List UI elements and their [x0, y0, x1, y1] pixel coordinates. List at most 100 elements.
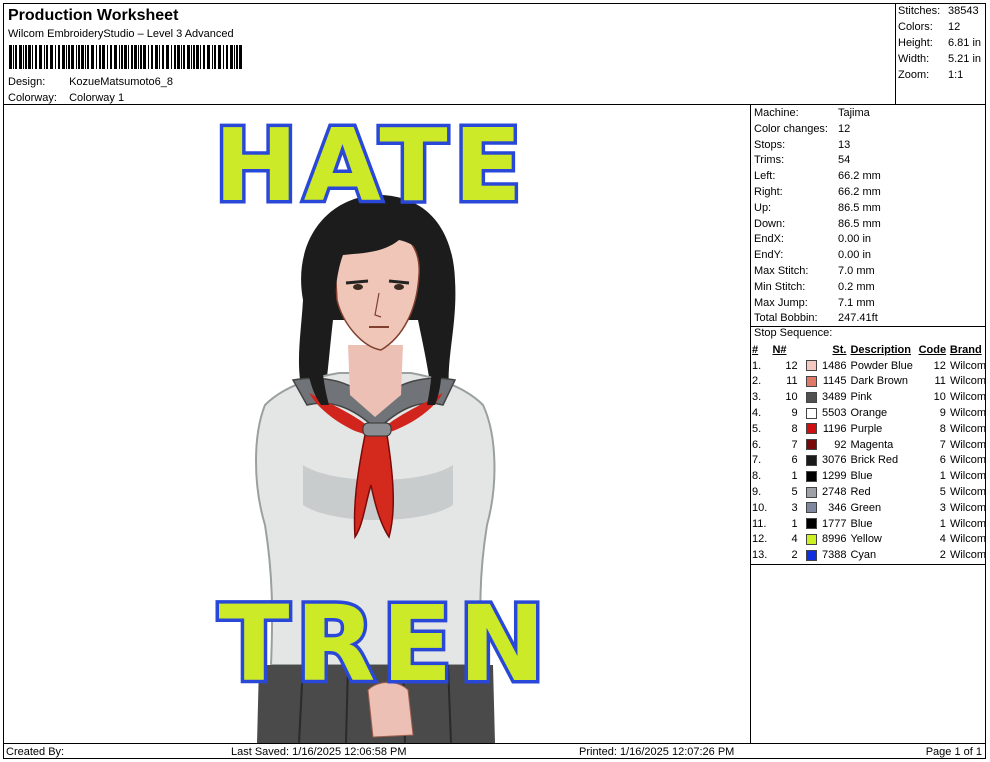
col-header-brand: Brand — [949, 343, 982, 356]
stop-sequence-body: 1. 12 1486 Powder Blue 12 Wilcom 2. 11 1145 Dark … — [752, 358, 986, 563]
barcode-bar — [128, 45, 129, 69]
barcode-bar — [39, 45, 42, 69]
software-subtitle: Wilcom EmbroideryStudio – Level 3 Advanc… — [8, 28, 234, 40]
thread-brand: Wilcom — [949, 533, 986, 546]
color-swatch — [804, 516, 820, 532]
page-number: Page 1 of 1 — [925, 746, 982, 758]
machine-info-label: Down: — [754, 217, 786, 230]
color-swatch — [804, 468, 820, 484]
row-index: 4. — [752, 407, 762, 420]
machine-info-label: Right: — [754, 186, 783, 198]
table-row: 6. 7 92 Magenta 7 Wilcom — [752, 437, 986, 453]
barcode-bar — [166, 45, 169, 69]
machine-info-label: Color changes: — [754, 122, 828, 135]
color-swatch-box — [806, 534, 818, 546]
barcode-bar — [177, 45, 180, 69]
barcode-bar — [187, 45, 190, 69]
machine-info-row: EndX: 0.00 in — [754, 233, 871, 249]
machine-info-row: Min Stitch: 0.2 mm — [754, 281, 875, 297]
barcode-bar — [55, 45, 56, 69]
machine-info-value: 66.2 mm — [838, 186, 881, 198]
col-header-code: Code — [918, 343, 947, 356]
barcode-bar — [151, 45, 153, 69]
machine-info-value: 86.5 mm — [838, 217, 881, 230]
color-swatch-box — [806, 407, 818, 419]
machine-info-value: 0.00 in — [838, 249, 872, 262]
thread-brand: Wilcom — [949, 517, 986, 530]
color-swatch-box — [806, 518, 818, 530]
barcode-bar — [230, 45, 233, 69]
page-title: Production Worksheet — [8, 7, 179, 24]
machine-info-value: 0.00 in — [838, 233, 872, 246]
barcode-bar — [102, 45, 105, 69]
machine-info-label: Stops: — [754, 138, 786, 151]
row-index: 11. — [752, 517, 767, 530]
color-description: Blue — [850, 470, 873, 483]
row-index: 12. — [752, 533, 768, 546]
color-swatch-box — [806, 455, 818, 467]
machine-info-row: Max Jump: 7.1 mm — [754, 297, 875, 313]
barcode-bar — [32, 45, 33, 69]
table-row: 1. 12 1486 Powder Blue 12 Wilcom — [752, 358, 986, 374]
created-by: Created By: — [6, 746, 65, 758]
stat-value: 38543 — [948, 5, 979, 17]
col-header-color — [804, 342, 820, 358]
color-code: 9 — [939, 407, 946, 420]
color-code: 7 — [939, 438, 946, 451]
color-swatch — [804, 421, 820, 437]
stitch-count: 1145 — [822, 375, 847, 388]
machine-info-label: Min Stitch: — [754, 280, 806, 293]
barcode-bar — [171, 45, 172, 69]
table-row: 2. 11 1145 Dark Brown 11 Wilcom — [752, 374, 986, 390]
stitch-count: 346 — [828, 501, 847, 514]
col-header-num: # — [752, 343, 759, 356]
color-swatch-box — [806, 470, 818, 482]
barcode-bar — [9, 45, 12, 69]
color-description: Cyan — [850, 549, 877, 562]
color-description: Powder Blue — [850, 359, 913, 372]
barcode-bar — [35, 45, 37, 69]
barcode-bar — [131, 45, 133, 69]
stitch-count: 2748 — [822, 486, 847, 499]
color-swatch — [804, 547, 820, 563]
barcode-bar — [196, 45, 199, 69]
color-code: 6 — [939, 454, 946, 467]
colorway-value: Colorway 1 — [69, 92, 125, 104]
color-swatch — [804, 532, 820, 548]
color-description: Magenta — [850, 438, 894, 451]
stop-sequence-title: Stop Sequence: — [754, 327, 833, 339]
row-index: 9. — [752, 486, 762, 499]
stitch-count: 1777 — [822, 517, 847, 530]
barcode-bar — [50, 45, 53, 69]
row-index: 5. — [752, 422, 762, 435]
last-saved: Last Saved: 1/16/2025 12:06:58 PM — [231, 746, 407, 758]
machine-info-value: 12 — [838, 122, 851, 135]
table-row: 3. 10 3489 Pink 10 Wilcom — [752, 389, 986, 405]
color-description: Orange — [850, 407, 888, 420]
barcode-bar — [23, 45, 24, 69]
barcode-bar — [87, 45, 89, 69]
color-description: Red — [850, 486, 871, 499]
color-swatch-box — [806, 376, 818, 388]
needle-number: 11 — [786, 375, 798, 388]
barcode-bar — [91, 45, 94, 69]
table-row: 7. 6 3076 Brick Red 6 Wilcom — [752, 453, 986, 469]
thread-brand: Wilcom — [949, 470, 986, 483]
color-description: Dark Brown — [850, 375, 908, 388]
barcode-bar — [25, 45, 27, 69]
machine-info-value: 7.0 mm — [838, 265, 875, 277]
barcode-bar — [96, 45, 97, 69]
machine-info-value: 13 — [838, 138, 851, 151]
barcode-bar — [15, 45, 17, 69]
design-text-tren: TREN — [218, 583, 551, 705]
color-description: Brick Red — [850, 454, 899, 467]
thread-brand: Wilcom — [949, 454, 986, 467]
barcode-bar — [66, 45, 67, 69]
stitch-count: 8996 — [822, 533, 847, 546]
stat-label: Width: — [898, 53, 930, 65]
row-index: 13. — [752, 549, 768, 562]
design-label: Design: — [8, 76, 46, 88]
machine-info-value: 247.41ft — [838, 312, 878, 325]
color-swatch-box — [806, 423, 818, 435]
stats-panel: Stitches: 38543 Colors: 12 Height: 6.81 in … — [896, 3, 986, 105]
